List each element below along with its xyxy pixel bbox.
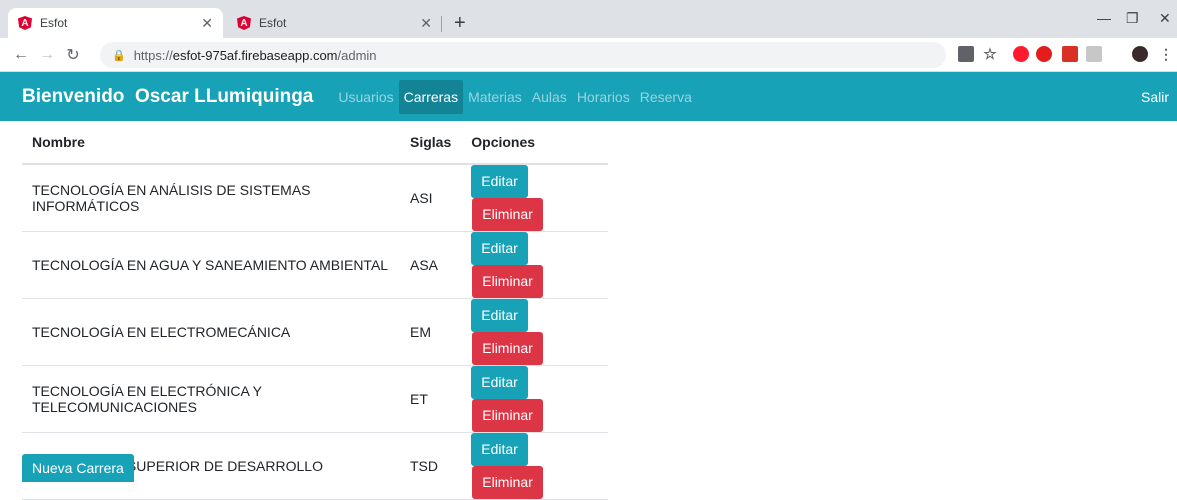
- translate-icon[interactable]: [958, 46, 974, 62]
- edit-button[interactable]: Editar: [471, 299, 528, 332]
- close-icon[interactable]: ✕: [201, 15, 213, 32]
- row-actions: EditarEliminar: [461, 298, 608, 366]
- edit-button[interactable]: Editar: [471, 165, 528, 198]
- browser-tab-1[interactable]: A Esfot ✕: [8, 8, 223, 38]
- nav-link-aulas[interactable]: Aulas: [527, 80, 572, 114]
- forward-icon[interactable]: →: [36, 46, 58, 64]
- table-row: TECNOLOGÍA EN ELECTRÓNICA Y TELECOMUNICA…: [22, 365, 608, 433]
- column-header-opciones: Opciones: [461, 121, 608, 165]
- nav-link-reserva[interactable]: Reserva: [635, 80, 697, 114]
- browser-toolbar: ← → ↻ 🔒 https://esfot-975af.firebaseapp.…: [0, 38, 1177, 72]
- career-name: TECNOLOGÍA EN ANÁLISIS DE SISTEMAS INFOR…: [22, 164, 400, 232]
- url-path: /admin: [337, 47, 377, 63]
- opera-icon[interactable]: [1013, 46, 1029, 62]
- career-name: TECNOLOGÍA EN ELECTROMECÁNICA: [22, 298, 400, 366]
- careers-table-container: Nombre Siglas Opciones TECNOLOGÍA EN ANÁ…: [22, 121, 608, 500]
- browser-tabstrip: A Esfot ✕ A Esfot ✕ + — ❐ ✕: [0, 0, 1177, 38]
- address-bar[interactable]: 🔒 https://esfot-975af.firebaseapp.com/ad…: [100, 42, 946, 68]
- nav-link-usuarios[interactable]: Usuarios: [333, 80, 398, 114]
- logout-link[interactable]: Salir: [1141, 89, 1169, 105]
- career-acronym: ASI: [400, 164, 462, 232]
- table-row: TECNOLOGÍA EN AGUA Y SANEAMIENTO AMBIENT…: [22, 231, 608, 299]
- app-navbar: Bienvenido Oscar LLumiquinga Usuarios Ca…: [0, 72, 1177, 121]
- new-career-button[interactable]: Nueva Carrera: [22, 454, 134, 482]
- table-row: TECNOLOGÍA EN ANÁLISIS DE SISTEMAS INFOR…: [22, 164, 608, 232]
- edit-button[interactable]: Editar: [471, 433, 528, 466]
- column-header-siglas: Siglas: [400, 121, 462, 165]
- career-acronym: ASA: [400, 231, 462, 299]
- close-icon[interactable]: ✕: [420, 15, 432, 32]
- delete-button[interactable]: Eliminar: [472, 332, 543, 365]
- restore-icon[interactable]: ❐: [1126, 10, 1139, 27]
- row-actions: EditarEliminar: [461, 365, 608, 433]
- back-icon[interactable]: ←: [10, 46, 32, 64]
- office-icon[interactable]: [1062, 46, 1078, 62]
- angular-icon: A: [237, 16, 251, 30]
- angular-icon: A: [18, 16, 32, 30]
- delete-button[interactable]: Eliminar: [472, 265, 543, 298]
- delete-button[interactable]: Eliminar: [472, 399, 543, 432]
- delete-button[interactable]: Eliminar: [472, 198, 543, 231]
- nav-link-carreras[interactable]: Carreras: [398, 79, 464, 114]
- reload-icon[interactable]: ↻: [62, 45, 84, 65]
- tab-title: Esfot: [259, 16, 287, 30]
- new-tab-button[interactable]: +: [454, 12, 466, 35]
- menu-icon[interactable]: ⋮: [1158, 46, 1174, 62]
- career-acronym: ET: [400, 365, 462, 433]
- table-header-row: Nombre Siglas Opciones: [22, 121, 608, 165]
- career-acronym: EM: [400, 298, 462, 366]
- edit-button[interactable]: Editar: [471, 232, 528, 265]
- column-header-nombre: Nombre: [22, 121, 400, 165]
- tab-divider: [441, 16, 442, 32]
- row-actions: EditarEliminar: [461, 432, 608, 500]
- career-acronym: TSD: [400, 432, 462, 500]
- close-window-icon[interactable]: ✕: [1159, 10, 1171, 27]
- avatar-icon[interactable]: [1132, 46, 1148, 62]
- minimize-icon[interactable]: —: [1097, 10, 1111, 26]
- lock-icon: 🔒: [112, 49, 126, 62]
- nav-link-horarios[interactable]: Horarios: [572, 80, 635, 114]
- career-name: TECNOLOGÍA EN AGUA Y SANEAMIENTO AMBIENT…: [22, 231, 400, 299]
- pdf-icon[interactable]: [1086, 46, 1102, 62]
- careers-table: Nombre Siglas Opciones TECNOLOGÍA EN ANÁ…: [22, 121, 608, 500]
- career-name: TECNOLOGÍA EN ELECTRÓNICA Y TELECOMUNICA…: [22, 365, 400, 433]
- browser-tab-2[interactable]: A Esfot ✕: [227, 8, 442, 38]
- url-prefix: https://: [133, 47, 173, 63]
- star-icon[interactable]: ☆: [982, 46, 998, 63]
- delete-button[interactable]: Eliminar: [472, 466, 543, 499]
- adblock-icon[interactable]: [1036, 46, 1052, 62]
- table-row: TECNOLOGÍA EN ELECTROMECÁNICA EM EditarE…: [22, 298, 608, 366]
- nav-link-materias[interactable]: Materias: [463, 80, 527, 114]
- edit-button[interactable]: Editar: [471, 366, 528, 399]
- row-actions: EditarEliminar: [461, 164, 608, 232]
- url-host: esfot-975af.firebaseapp.com: [172, 47, 338, 63]
- tab-title: Esfot: [40, 16, 68, 30]
- row-actions: EditarEliminar: [461, 231, 608, 299]
- welcome-brand: Bienvenido Oscar LLumiquinga: [22, 85, 314, 107]
